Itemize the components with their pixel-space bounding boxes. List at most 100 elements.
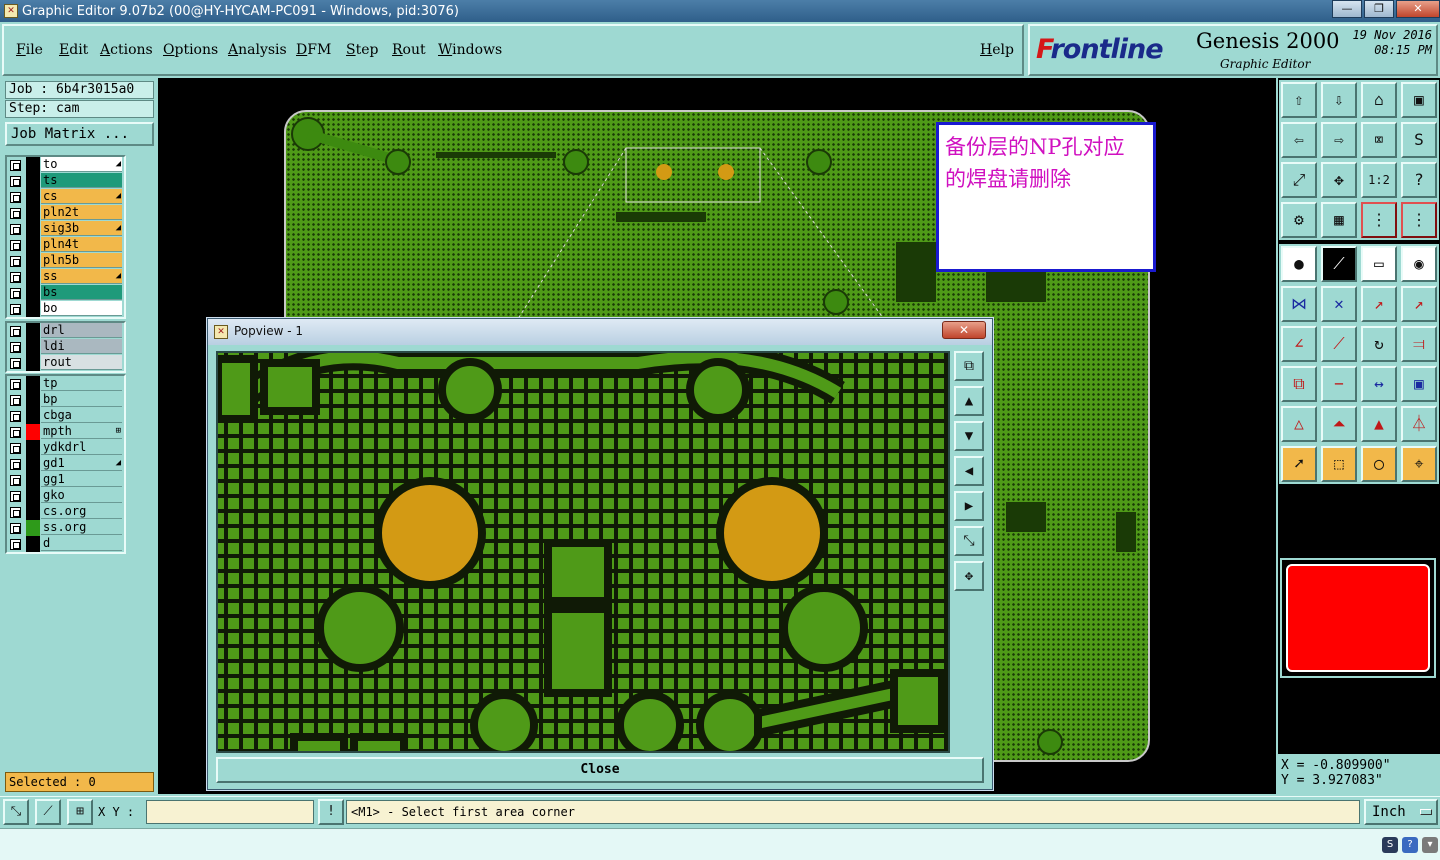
layer-row[interactable]: bo: [7, 301, 124, 317]
layer-row[interactable]: cs.org: [7, 504, 124, 520]
layer-checkbox[interactable]: [10, 272, 21, 283]
layer-row[interactable]: to ◢: [7, 157, 124, 173]
layer-color-swatch[interactable]: [26, 488, 40, 504]
layer-name[interactable]: drl: [41, 323, 122, 338]
layer-display-icon[interactable]: ⋮: [1361, 202, 1397, 238]
pan-left-icon[interactable]: ◀: [954, 456, 984, 486]
layer-color-swatch[interactable]: [26, 221, 40, 237]
layer-name[interactable]: ss.org: [41, 520, 122, 535]
layer-color-swatch[interactable]: [26, 408, 40, 424]
snap-icon[interactable]: ⚙: [1281, 202, 1317, 238]
layer-name[interactable]: ydkdrl: [41, 440, 122, 455]
menu-windows[interactable]: Windows: [438, 42, 502, 58]
layer-checkbox[interactable]: [10, 176, 21, 187]
select-poly-icon[interactable]: ⌖: [1401, 446, 1437, 482]
layer-checkbox[interactable]: [10, 475, 21, 486]
layer-name[interactable]: cs ◢: [41, 189, 122, 204]
layer-display-alt-icon[interactable]: ⋮: [1401, 202, 1437, 238]
layer-row[interactable]: tp: [7, 376, 124, 392]
stretch-icon[interactable]: ↗: [1401, 286, 1437, 322]
layer-checkbox[interactable]: [10, 224, 21, 235]
network-icon[interactable]: ▾: [1422, 837, 1438, 853]
redraw-icon[interactable]: S: [1401, 122, 1437, 158]
minimize-button[interactable]: —: [1332, 0, 1362, 18]
rotate-icon[interactable]: ↻: [1361, 326, 1397, 362]
triangle-up-icon[interactable]: ⏶: [1321, 406, 1357, 442]
pan-right-icon[interactable]: ⇨: [1321, 122, 1357, 158]
move-point-icon[interactable]: ↗: [1361, 286, 1397, 322]
layer-name[interactable]: mpth ⊞: [41, 424, 122, 439]
layer-row[interactable]: mpth ⊞: [7, 424, 124, 440]
layer-checkbox[interactable]: [10, 443, 21, 454]
pan-up-icon[interactable]: ⇧: [1281, 82, 1317, 118]
layer-color-swatch[interactable]: [26, 285, 40, 301]
layer-row[interactable]: ydkdrl: [7, 440, 124, 456]
select-pointer-icon[interactable]: ➚: [1281, 446, 1317, 482]
layer-checkbox[interactable]: [10, 326, 21, 337]
layer-checkbox[interactable]: [10, 459, 21, 470]
layer-checkbox[interactable]: [10, 411, 21, 422]
menu-actions[interactable]: Actions: [100, 42, 153, 58]
help-icon[interactable]: ?: [1402, 837, 1418, 853]
zoom-box-icon[interactable]: ⤡: [3, 799, 29, 825]
triangle-bold-icon[interactable]: ▲: [1361, 406, 1397, 442]
layer-name[interactable]: bo: [41, 301, 122, 316]
menu-options[interactable]: Options: [163, 42, 218, 58]
pan-down-icon[interactable]: ⇩: [1321, 82, 1357, 118]
pan-up-icon[interactable]: ▲: [954, 386, 984, 416]
layer-checkbox[interactable]: [10, 192, 21, 203]
layer-color-swatch[interactable]: [26, 205, 40, 221]
layer-row[interactable]: ss ◢: [7, 269, 124, 285]
layer-color-swatch[interactable]: [26, 355, 40, 371]
zoom-center-icon[interactable]: ✥: [1321, 162, 1357, 198]
layer-name[interactable]: bs: [41, 285, 122, 300]
pad-add-icon[interactable]: ●: [1281, 246, 1317, 282]
zoom-area-icon[interactable]: ⌧: [1361, 122, 1397, 158]
layer-row[interactable]: pln5b: [7, 253, 124, 269]
pan-right-icon[interactable]: ▶: [954, 491, 984, 521]
split-view-icon[interactable]: ▣: [1401, 82, 1437, 118]
layer-checkbox[interactable]: [10, 523, 21, 534]
layer-name[interactable]: pln4t: [41, 237, 122, 252]
layer-color-swatch[interactable]: [26, 440, 40, 456]
layer-row[interactable]: gd1 ◢: [7, 456, 124, 472]
triangle-icon[interactable]: △: [1281, 406, 1317, 442]
layer-name[interactable]: pln2t: [41, 205, 122, 220]
slash-icon[interactable]: ⟋: [1321, 326, 1357, 362]
menu-file[interactable]: File: [16, 42, 43, 58]
zoom-out-icon[interactable]: ✥: [954, 561, 984, 591]
window-close-button[interactable]: ✕: [1396, 0, 1440, 18]
zoom-in-icon[interactable]: ⤡: [954, 526, 984, 556]
layer-checkbox[interactable]: [10, 395, 21, 406]
layer-name[interactable]: ss ◢: [41, 269, 122, 284]
layer-checkbox[interactable]: [10, 342, 21, 353]
restore-button[interactable]: ❐: [1364, 0, 1394, 18]
snap-grid-icon[interactable]: ⊞: [67, 799, 93, 825]
menu-help[interactable]: Help: [980, 42, 1014, 58]
layer-color-swatch[interactable]: [26, 339, 40, 355]
layer-checkbox[interactable]: [10, 427, 21, 438]
keyboard-icon[interactable]: S: [1382, 837, 1398, 853]
copy-icon[interactable]: ⧉: [1281, 366, 1317, 402]
layer-row[interactable]: ss.org: [7, 520, 124, 536]
warning-icon[interactable]: !: [318, 799, 344, 825]
menu-edit[interactable]: Edit: [59, 42, 88, 58]
layer-name[interactable]: d: [41, 536, 122, 551]
layer-checkbox[interactable]: [10, 288, 21, 299]
layer-color-swatch[interactable]: [26, 424, 40, 440]
pan-down-icon[interactable]: ▼: [954, 421, 984, 451]
layer-name[interactable]: gko: [41, 488, 122, 503]
connect-icon[interactable]: ⋈: [1281, 286, 1317, 322]
ruler-icon[interactable]: ▭: [1361, 246, 1397, 282]
layer-color-swatch[interactable]: [26, 173, 40, 189]
layer-color-swatch[interactable]: [26, 472, 40, 488]
layer-row[interactable]: pln4t: [7, 237, 124, 253]
layer-checkbox[interactable]: [10, 539, 21, 550]
popview-zoom-area[interactable]: [216, 351, 950, 753]
xy-input[interactable]: [146, 800, 314, 824]
menu-analysis[interactable]: Analysis: [228, 42, 287, 58]
pads-icon[interactable]: ▣: [1401, 366, 1437, 402]
line-color-icon[interactable]: ⟋: [1321, 246, 1357, 282]
layer-checkbox[interactable]: [10, 491, 21, 502]
layer-row[interactable]: cs ◢: [7, 189, 124, 205]
